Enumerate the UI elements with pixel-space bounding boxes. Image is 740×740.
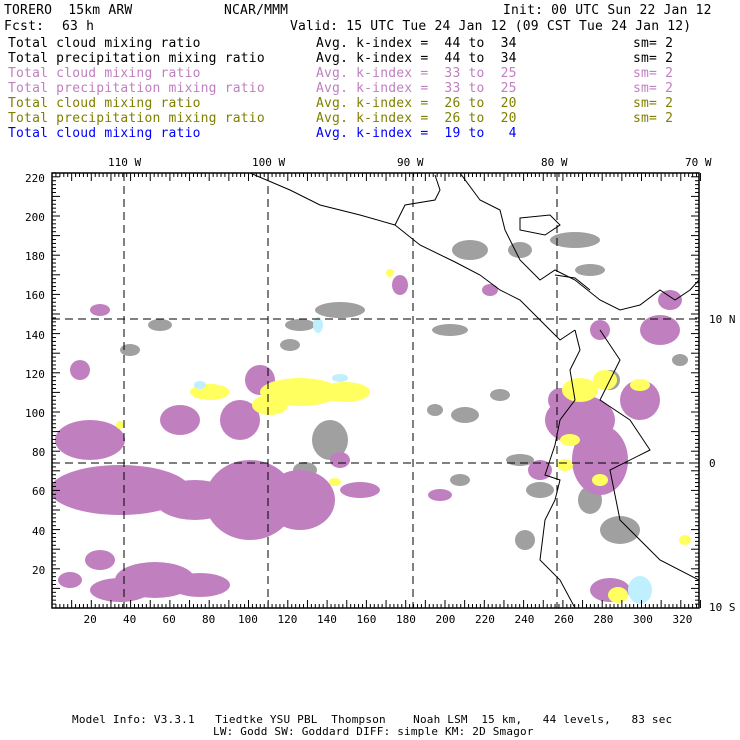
cloud-purple: [340, 482, 380, 498]
cloud-yellow: [116, 421, 124, 429]
x-tick-label: 40: [123, 613, 137, 626]
cloud-purple: [58, 572, 82, 588]
x-tick-label: 320: [672, 613, 693, 626]
x-tick-label: 160: [356, 613, 377, 626]
cloud-gray: [432, 324, 468, 336]
cloud-gray: [120, 344, 140, 356]
x-tick-label: 220: [475, 613, 495, 626]
cloud-yellow: [562, 378, 598, 402]
x-tick-label: 80: [202, 613, 216, 626]
cloud-purple: [428, 489, 452, 501]
y-tick-label: 80: [32, 446, 46, 460]
x-tick-label: 240: [514, 613, 535, 626]
y-tick-label: 20: [32, 563, 46, 577]
x-tick-label: 100: [238, 613, 258, 626]
cloud-purple: [70, 360, 90, 380]
cloud-yellow: [329, 478, 341, 486]
cloud-gray: [575, 264, 605, 276]
cloud-purple: [90, 578, 150, 602]
y-tick-label: 40: [32, 524, 46, 538]
y-tick-label: 160: [25, 289, 45, 303]
cloud-purple: [658, 290, 682, 310]
cloud-gray: [315, 302, 365, 318]
x-tick-label: 280: [593, 613, 614, 626]
latitude-label: 0: [709, 457, 716, 470]
cloud-lightblue: [332, 374, 348, 382]
longitude-label: 100 W: [252, 156, 286, 169]
cloud-field: [52, 173, 699, 608]
cloud-purple: [265, 470, 335, 530]
x-tick-label: 60: [162, 613, 176, 626]
cloud-yellow: [560, 434, 580, 446]
longitude-label: 70 W: [685, 156, 712, 169]
cloud-lightblue: [628, 576, 652, 604]
cloud-gray: [450, 474, 470, 486]
cloud-yellow: [592, 474, 608, 486]
cloud-gray: [427, 404, 443, 416]
x-tick-label: 260: [554, 613, 574, 626]
cloud-yellow: [679, 535, 691, 545]
cloud-purple: [392, 275, 408, 295]
y-tick-label: 100: [25, 407, 45, 420]
cloud-purple: [160, 405, 200, 435]
cloud-purple: [640, 315, 680, 345]
cloud-yellow: [252, 395, 288, 415]
y-tick-label: 140: [25, 328, 45, 342]
yucatan-outline: [519, 214, 561, 236]
cloud-purple: [90, 304, 110, 316]
cloud-gray: [280, 339, 300, 351]
cloud-gray: [452, 240, 488, 260]
cloud-gray: [672, 354, 688, 366]
cloud-yellow: [630, 379, 650, 391]
cloud-purple: [330, 452, 350, 468]
y-tick-label: 120: [25, 367, 45, 381]
map-plot: [51, 172, 701, 609]
longitude-label: 80 W: [541, 156, 568, 169]
longitude-label: 90 W: [397, 156, 424, 169]
cloud-yellow: [386, 269, 394, 277]
cloud-gray: [506, 454, 534, 466]
y-tick-label: 220: [25, 171, 45, 185]
cloud-gray: [515, 530, 535, 550]
y-tick-label: 60: [32, 485, 46, 499]
longitude-label: 110 W: [108, 156, 142, 169]
cloud-yellow: [557, 459, 573, 471]
x-tick-label: 180: [396, 613, 416, 626]
cloud-lightblue: [194, 381, 206, 389]
y-tick-label: 180: [25, 250, 45, 264]
cloud-gray: [508, 242, 532, 258]
cloud-purple: [482, 284, 498, 296]
cloud-purple: [85, 550, 115, 570]
x-tick-label: 200: [435, 613, 456, 626]
x-tick-label: 120: [277, 613, 298, 626]
cloud-gray: [490, 389, 510, 401]
cloud-gray: [148, 319, 172, 331]
latitude-label: 10 N: [709, 313, 736, 326]
cloud-yellow: [608, 587, 628, 603]
latitude-label: 10 S: [709, 601, 736, 614]
cloud-gray: [285, 319, 315, 331]
cloud-purple: [55, 420, 125, 460]
x-tick-label: 300: [633, 613, 653, 626]
x-tick-label: 140: [317, 613, 337, 626]
footer-physics: LW: Godd SW: Goddard DIFF: simple KM: 2D…: [213, 725, 534, 738]
cloud-purple: [170, 573, 230, 597]
cloud-gray: [451, 407, 479, 423]
plot-frame: [51, 172, 700, 609]
x-tick-label: 20: [83, 613, 97, 626]
cloud-gray: [526, 482, 554, 498]
cloud-yellow: [320, 382, 370, 402]
y-tick-label: 200: [25, 211, 45, 224]
